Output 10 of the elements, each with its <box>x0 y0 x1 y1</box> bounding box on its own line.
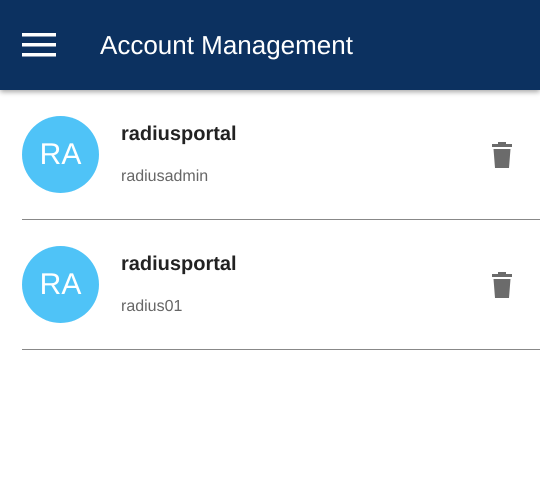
menu-icon[interactable] <box>22 33 56 57</box>
account-name: radiusportal <box>121 253 238 276</box>
avatar: RA <box>22 246 99 323</box>
delete-icon[interactable] <box>492 142 512 168</box>
account-username: radius01 <box>121 298 184 316</box>
delete-icon[interactable] <box>492 272 512 298</box>
account-username: radiusadmin <box>121 168 210 186</box>
app-bar-title: Account Management <box>100 30 353 60</box>
account-name: radiusportal <box>121 123 238 146</box>
avatar: RA <box>22 116 99 193</box>
